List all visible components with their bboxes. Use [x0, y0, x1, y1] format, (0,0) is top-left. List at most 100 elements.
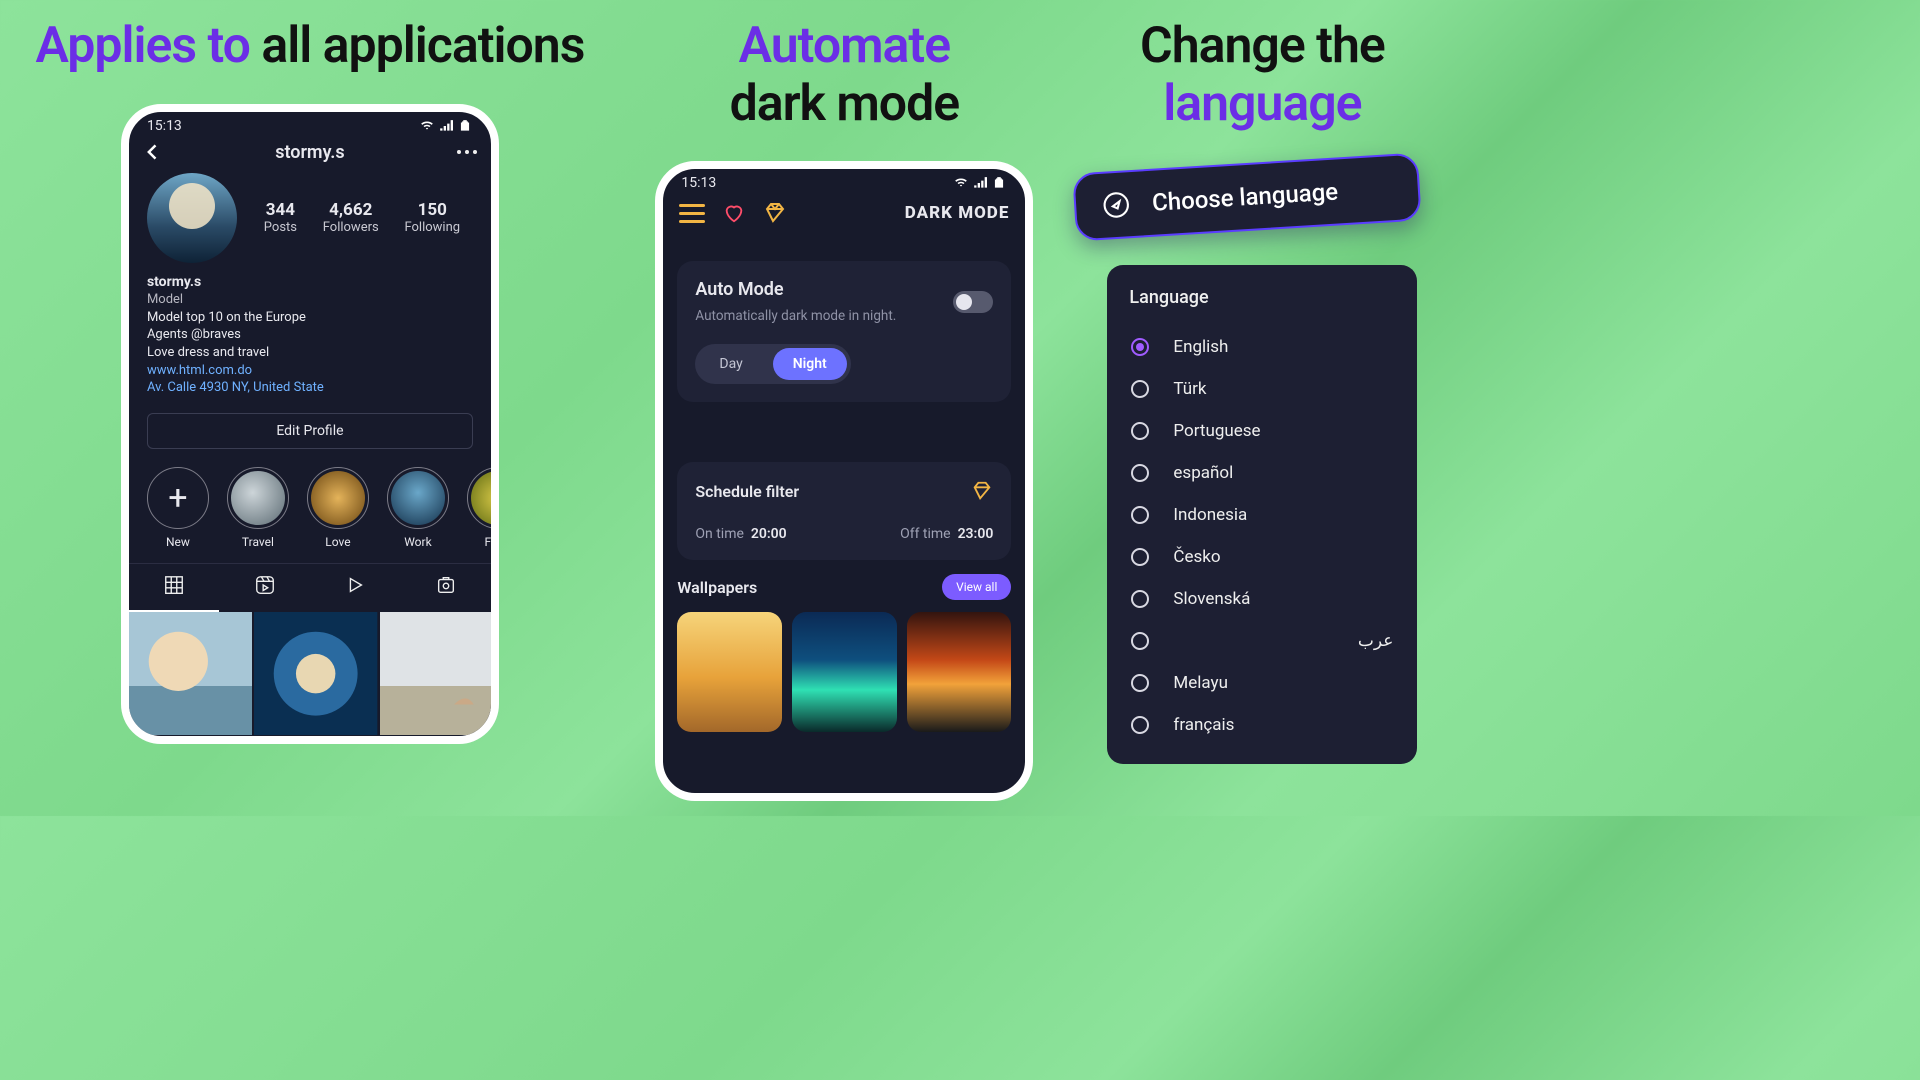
language-picker: Language English Türk Portuguese español… [1107, 265, 1417, 764]
auto-mode-toggle[interactable] [953, 291, 993, 313]
profile-stats: 344 Posts 4,662 Followers 150 Following [251, 200, 473, 235]
post-thumb[interactable] [380, 741, 499, 743]
schedule-title: Schedule filter [695, 482, 799, 501]
wallpapers-title: Wallpapers [677, 578, 757, 597]
auto-mode-subtitle: Automatically dark mode in night. [695, 308, 896, 324]
post-thumb[interactable] [380, 612, 499, 739]
night-button[interactable]: Night [773, 348, 847, 380]
battery-icon [457, 119, 473, 133]
highlight-new[interactable]: + New [147, 467, 209, 549]
tab-reels[interactable] [219, 564, 310, 612]
edit-profile-button[interactable]: Edit Profile [147, 413, 473, 449]
post-thumb[interactable] [254, 741, 377, 743]
language-option-indonesia[interactable]: Indonesia [1129, 494, 1395, 536]
wallpapers-header: Wallpapers View all [663, 574, 1025, 612]
auto-mode-title: Auto Mode [695, 279, 896, 300]
profile-url[interactable]: www.html.com.do [147, 362, 473, 380]
post-thumb[interactable] [129, 741, 252, 743]
gem-icon[interactable] [763, 201, 787, 225]
plus-icon: + [168, 481, 187, 515]
stat-following[interactable]: 150 Following [404, 200, 460, 235]
day-night-switch: Day Night [695, 344, 850, 384]
more-icon[interactable] [457, 150, 477, 154]
language-option-turk[interactable]: Türk [1129, 368, 1395, 410]
wallpapers-row [663, 612, 1025, 732]
radio-icon [1131, 422, 1149, 440]
choose-language-button[interactable]: Choose language [1073, 152, 1423, 241]
battery-icon [991, 176, 1007, 190]
radio-icon [1131, 380, 1149, 398]
profile-header: 344 Posts 4,662 Followers 150 Following [129, 173, 491, 263]
status-bar: 15:13 [663, 169, 1025, 193]
wallpaper-thumb[interactable] [907, 612, 1012, 732]
stat-posts[interactable]: 344 Posts [264, 200, 297, 235]
wifi-icon [953, 176, 969, 190]
tab-tagged[interactable] [400, 564, 491, 612]
post-thumb[interactable] [254, 612, 377, 739]
profile-bio: stormy.s Model Model top 10 on the Europ… [129, 263, 491, 403]
profile-address: Av. Calle 4930 NY, United State [147, 379, 473, 397]
day-button[interactable]: Day [699, 348, 762, 380]
profile-username: stormy.s [275, 142, 344, 163]
wifi-icon [419, 119, 435, 133]
status-bar: 15:13 [129, 112, 491, 136]
language-option-portuguese[interactable]: Portuguese [1129, 410, 1395, 452]
headline-1: Applies to all applications [35, 18, 584, 76]
language-option-melayu[interactable]: Melayu [1129, 662, 1395, 704]
view-all-button[interactable]: View all [942, 574, 1011, 600]
avatar[interactable] [147, 173, 237, 263]
panel-applies-to: Applies to all applications 15:13 stormy… [35, 18, 584, 816]
radio-icon [1131, 590, 1149, 608]
language-header: Language [1129, 287, 1395, 308]
app-title: DARK MODE [905, 203, 1010, 223]
language-option-cesko[interactable]: Česko [1129, 536, 1395, 578]
choose-language-label: Choose language [1152, 177, 1340, 216]
radio-icon [1131, 674, 1149, 692]
panel-automate: Automate dark mode 15:13 DARK MODE Auto … [655, 18, 1033, 816]
signal-icon [438, 119, 454, 133]
story-highlights: + New Travel Love Work Food [129, 459, 491, 553]
language-option-espanol[interactable]: español [1129, 452, 1395, 494]
back-icon[interactable] [143, 142, 163, 162]
signal-icon [972, 176, 988, 190]
highlight-food[interactable]: Food [467, 467, 499, 549]
radio-icon [1131, 548, 1149, 566]
panel-language: Change the language Choose language Lang… [1104, 18, 1420, 816]
heart-icon[interactable] [723, 202, 745, 224]
status-time: 15:13 [681, 175, 716, 191]
app-topbar: DARK MODE [663, 193, 1025, 241]
phone-instagram: 15:13 stormy.s 344 Posts 4,662 Followe [121, 104, 499, 744]
schedule-card: Schedule filter On time 20:00 Off time 2… [677, 462, 1011, 560]
profile-tabs [129, 563, 491, 612]
radio-icon [1131, 338, 1149, 356]
radio-icon [1131, 506, 1149, 524]
play-icon [344, 574, 366, 596]
tagged-icon [435, 574, 457, 596]
radio-icon [1131, 716, 1149, 734]
language-option-francais[interactable]: français [1129, 704, 1395, 746]
wallpaper-thumb[interactable] [792, 612, 897, 732]
language-option-arabic[interactable]: عرب [1129, 620, 1395, 662]
language-option-english[interactable]: English [1129, 326, 1395, 368]
highlight-travel[interactable]: Travel [227, 467, 289, 549]
wallpaper-thumb[interactable] [677, 612, 782, 732]
tab-video[interactable] [310, 564, 401, 612]
headline-2: Automate dark mode [730, 18, 960, 133]
radio-icon [1131, 632, 1149, 650]
auto-mode-card: Auto Mode Automatically dark mode in nig… [677, 261, 1011, 402]
radio-icon [1131, 464, 1149, 482]
schedule-times: On time 20:00 Off time 23:00 [695, 526, 993, 542]
grid-icon [163, 574, 185, 596]
tab-grid[interactable] [129, 564, 220, 612]
highlight-love[interactable]: Love [307, 467, 369, 549]
phone-darkmode: 15:13 DARK MODE Auto Mode Automatically … [655, 161, 1033, 801]
post-thumb[interactable] [129, 612, 252, 739]
menu-icon[interactable] [679, 204, 705, 223]
reels-icon [254, 574, 276, 596]
profile-topbar: stormy.s [129, 136, 491, 173]
highlight-work[interactable]: Work [387, 467, 449, 549]
language-option-slovenska[interactable]: Slovenská [1129, 578, 1395, 620]
stat-followers[interactable]: 4,662 Followers [323, 200, 379, 235]
gem-icon [971, 480, 993, 502]
status-icons [419, 119, 473, 133]
